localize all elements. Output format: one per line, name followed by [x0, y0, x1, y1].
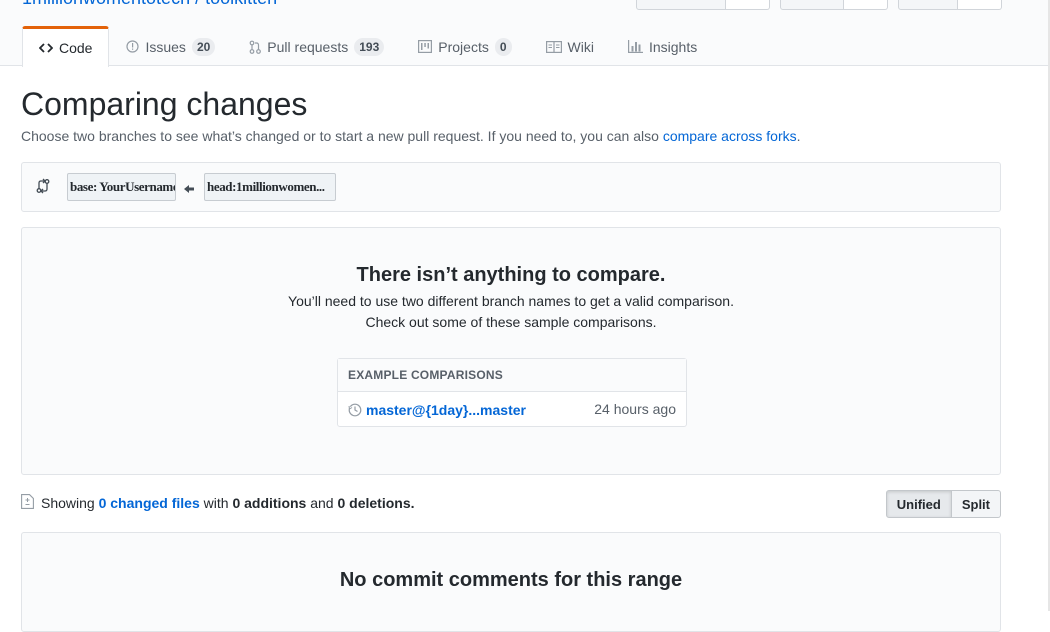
graph-icon	[627, 40, 643, 53]
summary-and: and	[310, 495, 334, 511]
file-diff-icon	[21, 494, 34, 514]
example-comparisons-box: EXAMPLE COMPARISONS master@{1day}...mast…	[337, 358, 687, 427]
repo-title[interactable]: 1millionwomentotech / toolkitten	[22, 0, 277, 9]
tab-code[interactable]: Code	[22, 26, 110, 67]
example-comparison-link[interactable]: master@{1day}...master	[366, 402, 526, 418]
history-icon	[348, 403, 362, 417]
tab-projects[interactable]: Projects 0	[401, 26, 528, 66]
range-editor: base: YourUsername head:1millionwomen...	[21, 162, 1001, 212]
watch-count[interactable]	[726, 0, 770, 10]
tab-label: Wiki	[567, 38, 594, 55]
additions-count: 0 additions	[232, 495, 307, 511]
watch-button-group	[636, 0, 770, 10]
blankslate-line-2: Check out some of these sample compariso…	[365, 314, 657, 330]
nothing-to-compare-blankslate: There isn’t anything to compare. You’ll …	[21, 227, 1001, 475]
tab-wiki[interactable]: Wiki	[529, 26, 611, 66]
watch-button[interactable]	[636, 0, 726, 10]
head-branch-select[interactable]: head:1millionwomen...	[204, 173, 336, 201]
git-compare-icon	[36, 178, 50, 199]
diff-summary-text: Showing 0 changed files with 0 additions…	[41, 495, 415, 511]
fork-button-group	[898, 0, 1002, 10]
unified-button[interactable]: Unified	[885, 490, 952, 518]
tab-label: Issues	[145, 38, 186, 55]
pull-request-icon	[249, 40, 262, 54]
pull-requests-counter: 193	[354, 37, 385, 56]
project-icon	[418, 40, 433, 53]
repo-action-buttons	[636, 0, 1002, 10]
tab-pull-requests[interactable]: Pull requests 193	[232, 26, 401, 66]
star-count[interactable]	[844, 0, 888, 10]
deletions-count: 0 deletions.	[337, 495, 415, 511]
split-button[interactable]: Split	[951, 490, 1001, 518]
diff-summary: Showing 0 changed files with 0 additions…	[21, 490, 1001, 520]
commit-comments-title: No commit comments for this range	[339, 569, 683, 591]
page-lead: Choose two branches to see what’s change…	[21, 128, 801, 144]
summary-with: with	[203, 495, 229, 511]
diff-view-toggle: Unified Split	[885, 490, 1001, 518]
commit-comments-blankslate: No commit comments for this range	[21, 532, 1001, 632]
changed-files-link[interactable]: 0 changed files	[99, 495, 200, 511]
star-button[interactable]	[780, 0, 844, 10]
tab-insights[interactable]: Insights	[611, 26, 714, 66]
base-branch-select[interactable]: base: YourUsername	[67, 173, 176, 201]
book-icon	[545, 40, 562, 53]
blankslate-line-1: You’ll need to use two different branch …	[288, 293, 734, 309]
fork-count[interactable]	[958, 0, 1002, 10]
tab-label: Insights	[648, 38, 698, 55]
example-comparison-row[interactable]: master@{1day}...master 24 hours ago	[338, 392, 686, 427]
repo-header: 1millionwomentotech / toolkitten Code Is…	[0, 0, 1050, 67]
tab-label: Pull requests	[267, 38, 349, 55]
compare-across-forks-link[interactable]: compare across forks	[663, 128, 797, 144]
page-title: Comparing changes	[21, 86, 308, 122]
lead-text: Choose two branches to see what’s change…	[21, 128, 659, 144]
blankslate-title: There isn’t anything to compare.	[356, 264, 666, 286]
star-button-group	[780, 0, 888, 10]
lead-end: .	[796, 128, 801, 144]
issues-counter: 20	[191, 37, 216, 56]
example-comparisons-header: EXAMPLE COMPARISONS	[338, 359, 686, 392]
summary-prefix: Showing	[41, 495, 95, 511]
tab-label: Projects	[438, 38, 489, 55]
issue-icon	[126, 40, 140, 53]
fork-button[interactable]	[898, 0, 958, 10]
projects-counter: 0	[494, 37, 512, 56]
arrow-left-icon	[184, 181, 194, 199]
repo-nav-tabs: Code Issues 20 Pull requests 193 Project…	[22, 26, 714, 67]
tab-label: Code	[59, 40, 93, 56]
code-icon	[39, 42, 53, 54]
example-comparison-time: 24 hours ago	[594, 401, 676, 417]
tab-issues[interactable]: Issues 20	[109, 26, 232, 66]
